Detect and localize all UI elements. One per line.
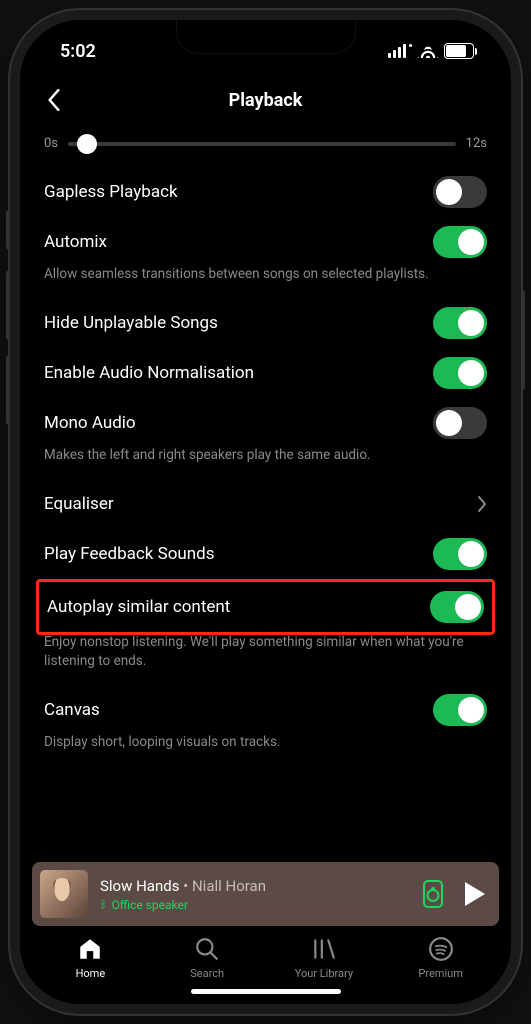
autoplay-description: Enjoy nonstop listening. We'll play some…	[44, 633, 487, 685]
setting-autoplay: Autoplay similar content	[47, 582, 484, 632]
setting-gapless: Gapless Playback	[44, 167, 487, 217]
connect-device-icon[interactable]	[423, 880, 443, 908]
tab-library[interactable]: Your Library	[284, 936, 364, 980]
tab-label: Your Library	[295, 967, 353, 980]
bluetooth-icon: ᛒ	[100, 898, 107, 911]
gapless-toggle[interactable]	[433, 176, 487, 208]
setting-label: Gapless Playback	[44, 182, 178, 202]
search-icon	[194, 936, 220, 962]
setting-label: Play Feedback Sounds	[44, 544, 215, 564]
feedback-toggle[interactable]	[433, 538, 487, 570]
canvas-toggle[interactable]	[433, 694, 487, 726]
track-name: Slow Hands	[100, 877, 179, 895]
hide-unplayable-toggle[interactable]	[433, 307, 487, 339]
album-art	[40, 870, 88, 918]
chevron-right-icon	[477, 496, 487, 512]
mono-description: Makes the left and right speakers play t…	[44, 446, 487, 479]
canvas-description: Display short, looping visuals on tracks…	[44, 733, 487, 766]
status-indicators: 73	[388, 43, 477, 59]
setting-label: Mono Audio	[44, 413, 136, 433]
cellular-icon	[388, 44, 412, 58]
automix-description: Allow seamless transitions between songs…	[44, 265, 487, 298]
autoplay-highlight: Autoplay similar content	[36, 579, 495, 635]
chevron-left-icon	[47, 89, 61, 111]
crossfade-slider-row: 0s 12s	[44, 126, 487, 167]
slider-min-label: 0s	[44, 136, 58, 151]
separator: •	[179, 877, 192, 895]
settings-list[interactable]: 0s 12s Gapless Playback Automix Allow se…	[20, 126, 511, 852]
spotify-icon	[428, 936, 454, 962]
now-playing-bar[interactable]: Slow Hands • Niall Horan ᛒ Office speake…	[32, 862, 499, 926]
now-playing-text: Slow Hands • Niall Horan ᛒ Office speake…	[100, 877, 411, 912]
play-button[interactable]	[465, 882, 485, 906]
tab-label: Premium	[418, 967, 462, 980]
crossfade-slider[interactable]	[68, 142, 456, 146]
setting-label: Automix	[44, 232, 107, 252]
tab-premium[interactable]: Premium	[401, 936, 481, 980]
setting-label: Equaliser	[44, 494, 114, 514]
setting-label: Enable Audio Normalisation	[44, 363, 254, 383]
tab-label: Home	[76, 967, 106, 980]
autoplay-toggle[interactable]	[430, 591, 484, 623]
library-icon	[311, 936, 337, 962]
battery-level: 73	[453, 45, 466, 58]
home-icon	[77, 936, 103, 962]
setting-mono: Mono Audio	[44, 398, 487, 448]
page-title: Playback	[229, 90, 303, 111]
setting-equaliser[interactable]: Equaliser	[44, 479, 487, 529]
tab-search[interactable]: Search	[167, 936, 247, 980]
now-playing-title: Slow Hands • Niall Horan	[100, 877, 411, 895]
tab-home[interactable]: Home	[50, 936, 130, 980]
setting-hide-unplayable: Hide Unplayable Songs	[44, 298, 487, 348]
normalisation-toggle[interactable]	[433, 357, 487, 389]
status-time: 5:02	[60, 41, 96, 62]
setting-feedback-sounds: Play Feedback Sounds	[44, 529, 487, 579]
home-indicator[interactable]	[191, 989, 341, 994]
slider-thumb[interactable]	[77, 134, 97, 154]
slider-max-label: 12s	[466, 136, 487, 151]
setting-normalisation: Enable Audio Normalisation	[44, 348, 487, 398]
wifi-icon	[418, 44, 438, 58]
setting-label: Canvas	[44, 700, 100, 720]
setting-label: Autoplay similar content	[47, 597, 230, 617]
setting-label: Hide Unplayable Songs	[44, 313, 218, 333]
page-header: Playback	[20, 74, 511, 126]
automix-toggle[interactable]	[433, 226, 487, 258]
now-playing-device: ᛒ Office speaker	[100, 898, 411, 912]
setting-canvas: Canvas	[44, 685, 487, 735]
mono-toggle[interactable]	[433, 407, 487, 439]
back-button[interactable]	[40, 86, 68, 114]
setting-automix: Automix	[44, 217, 487, 267]
device-name: Office speaker	[112, 898, 188, 912]
battery-icon: 73	[444, 43, 477, 59]
artist-name: Niall Horan	[192, 877, 266, 895]
tab-label: Search	[190, 967, 224, 980]
